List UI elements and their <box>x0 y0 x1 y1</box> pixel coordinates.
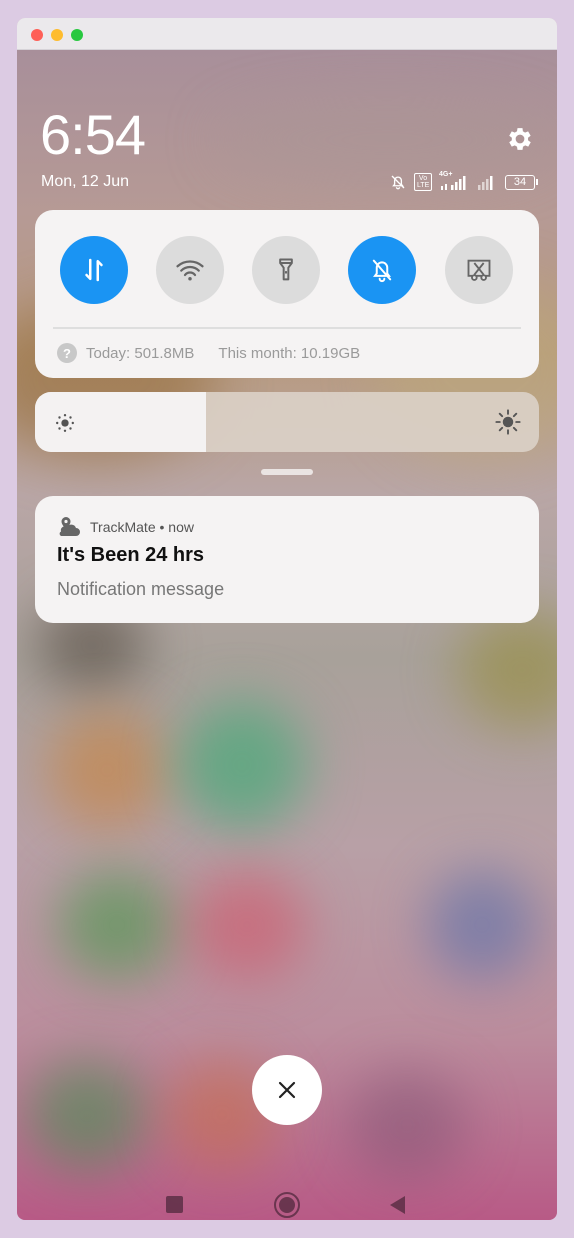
back-button[interactable] <box>388 1195 406 1215</box>
usage-month: This month: 10.19GB <box>218 344 361 362</box>
close-window-button[interactable] <box>31 29 43 41</box>
home-button[interactable] <box>274 1192 300 1218</box>
bell-off-icon <box>391 175 405 190</box>
gear-icon[interactable] <box>505 124 535 154</box>
notification-title: It's Been 24 hrs <box>57 544 205 566</box>
scissors-icon <box>467 259 491 281</box>
signal-icon-2 <box>478 176 493 190</box>
tile-flashlight[interactable] <box>252 236 320 304</box>
window-titlebar <box>17 18 557 50</box>
tile-screenshot[interactable] <box>445 236 513 304</box>
flashlight-icon <box>279 258 293 281</box>
brightness-high-icon <box>495 409 521 435</box>
data-usage[interactable]: ? Today: 501.8MB This month: 10.19GB <box>57 343 360 363</box>
minimize-window-button[interactable] <box>51 29 63 41</box>
help-icon: ? <box>57 343 77 363</box>
tile-wifi[interactable] <box>156 236 224 304</box>
tile-mobile-data[interactable] <box>60 236 128 304</box>
notification-message: Notification message <box>57 579 225 599</box>
app-window: 6:54 Mon, 12 Jun Vo LTE 4G+ 34 ? Today: … <box>17 18 557 1220</box>
map-pin-cloud-icon <box>59 517 80 536</box>
recents-button[interactable] <box>166 1196 183 1213</box>
notification-shade: 6:54 Mon, 12 Jun Vo LTE 4G+ 34 ? Today: … <box>17 50 557 1220</box>
notification-header: TrackMate • now <box>57 516 194 538</box>
volte-badge: Vo LTE <box>414 173 432 191</box>
notification-time: now <box>168 519 194 535</box>
shade-drag-handle[interactable] <box>261 469 313 475</box>
tile-silent[interactable] <box>348 236 416 304</box>
close-icon <box>278 1081 296 1099</box>
clock: 6:54 <box>40 103 146 166</box>
clear-notifications-button[interactable] <box>252 1055 322 1125</box>
battery-icon: 34 <box>505 174 538 190</box>
notification-separator: • <box>155 519 169 535</box>
maximize-window-button[interactable] <box>71 29 83 41</box>
brightness-low-icon <box>56 414 74 432</box>
notification-card[interactable]: TrackMate • now It's Been 24 hrs Notific… <box>35 496 539 623</box>
status-bar: Vo LTE 4G+ 34 <box>389 171 538 191</box>
usage-today: Today: 501.8MB <box>86 344 195 362</box>
data-arrows-icon <box>85 258 103 282</box>
divider <box>53 327 521 329</box>
wifi-icon <box>176 260 204 281</box>
navigation-bar <box>17 1180 557 1220</box>
notification-app-name: TrackMate <box>90 519 156 535</box>
signal-icon: 4G+ <box>439 171 469 190</box>
quick-settings-panel: ? Today: 501.8MB This month: 10.19GB <box>35 210 539 378</box>
brightness-slider[interactable] <box>35 392 539 452</box>
date: Mon, 12 Jun <box>41 173 130 190</box>
bell-off-icon <box>372 259 392 283</box>
